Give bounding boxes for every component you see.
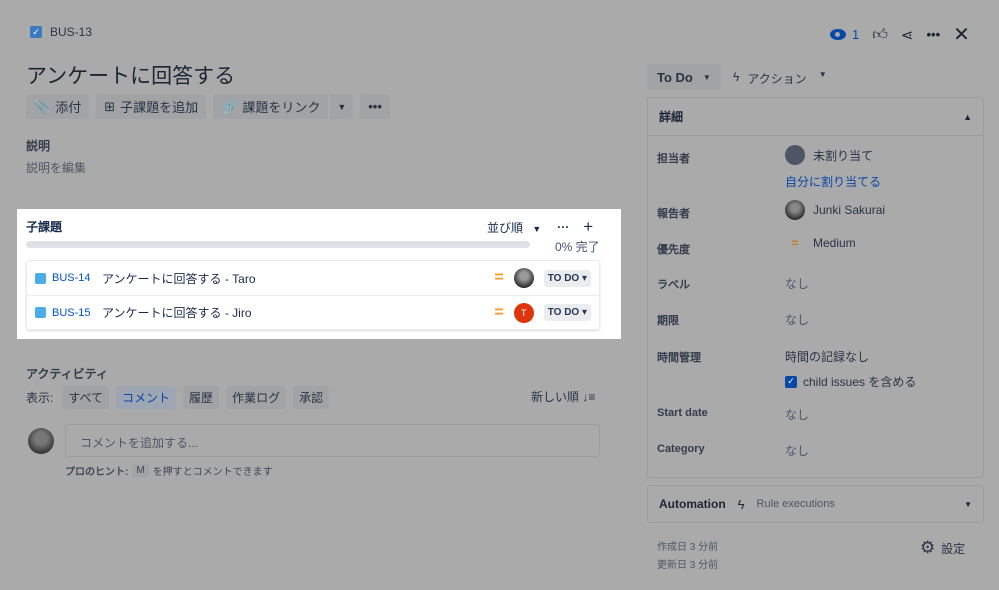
field-value-priority[interactable]: = Medium xyxy=(785,236,855,250)
close-icon[interactable]: ✕ xyxy=(953,22,970,47)
issue-toolbar: 📎 添付 ⊞ 子課題を追加 🔗 課題をリンク ▼ ••• xyxy=(26,94,390,119)
lightning-icon: ϟ xyxy=(737,496,745,512)
status-button[interactable]: To Do ▼ xyxy=(647,64,721,90)
field-value-start[interactable]: なし xyxy=(785,406,809,423)
add-subtask-icon[interactable]: + xyxy=(583,217,593,237)
reporter-avatar xyxy=(785,200,805,220)
details-header[interactable]: 詳細 ▲ xyxy=(648,98,983,136)
add-subtask-button[interactable]: ⊞ 子課題を追加 xyxy=(96,94,207,119)
keyboard-key: M xyxy=(132,464,149,477)
more-icon[interactable]: ••• xyxy=(927,27,941,42)
field-value-reporter[interactable]: Junki Sakurai xyxy=(785,200,885,220)
include-child-issues-checkbox[interactable]: ✓ child issues を含める xyxy=(785,373,916,390)
watchers-button[interactable]: 1 xyxy=(830,27,859,42)
field-label-category: Category xyxy=(657,443,705,455)
checkbox-checked-icon: ✓ xyxy=(785,375,797,388)
more-icon: ••• xyxy=(368,99,382,114)
subtask-type-icon xyxy=(35,272,46,284)
link-dropdown-button[interactable]: ▼ xyxy=(330,94,354,119)
automation-panel[interactable]: Automation ϟ Rule executions ▼ xyxy=(647,485,984,523)
field-label-labels: ラベル xyxy=(657,279,690,291)
current-user-avatar xyxy=(28,428,54,454)
subtask-summary[interactable]: アンケートに回答する - Taro xyxy=(102,270,494,287)
issue-breadcrumb: ✓ BUS-13 xyxy=(30,25,92,39)
field-label-assignee: 担当者 xyxy=(657,153,690,165)
assignee-avatar xyxy=(513,268,534,288)
activity-filter[interactable]: 作業ログ xyxy=(226,386,287,409)
subtask-row[interactable]: BUS-14 アンケートに回答する - Taro = TO DO ▾ xyxy=(27,261,599,295)
chevron-down-icon: ▼ xyxy=(964,499,972,509)
activity-sort-button[interactable]: 新しい順 ↓≡ xyxy=(531,388,595,405)
field-value-time[interactable]: 時間の記録なし xyxy=(785,348,869,365)
priority-medium-icon: = xyxy=(494,303,504,321)
gear-icon: ⚙ xyxy=(920,538,936,557)
issue-header-actions: 1 👍︎ ⋖ ••• ✕ xyxy=(830,22,970,47)
timestamps: 作成日 3 分前 更新日 3 分前 xyxy=(657,542,719,571)
issue-key[interactable]: BUS-13 xyxy=(50,25,92,39)
sort-dropdown[interactable]: 並び順 ▼ xyxy=(487,219,541,236)
unassigned-avatar-icon xyxy=(785,145,805,165)
priority-medium-icon: = xyxy=(791,236,799,250)
pro-tip: プロのヒント: M を押すとコメントできます xyxy=(65,464,273,478)
comment-input[interactable]: コメントを追加する... xyxy=(65,424,600,457)
chevron-down-icon: ▼ xyxy=(702,72,711,82)
progress-text: 0% 完了 xyxy=(555,240,600,254)
subtasks-heading: 子課題 xyxy=(26,220,63,234)
priority-medium-icon: = xyxy=(494,269,504,286)
subtask-progress-bar xyxy=(26,241,530,248)
chevron-down-icon: ▼ xyxy=(818,70,827,79)
attach-button[interactable]: 📎 添付 xyxy=(26,94,90,119)
link-issue-button[interactable]: 🔗 課題をリンク xyxy=(213,94,329,119)
like-icon[interactable]: 👍︎ xyxy=(872,26,888,44)
subtask-key[interactable]: BUS-15 xyxy=(52,307,102,319)
sort-icon: ↓≡ xyxy=(582,390,596,404)
field-label-reporter: 報告者 xyxy=(657,208,690,220)
hierarchy-icon: ⊞ xyxy=(104,98,116,114)
subtask-summary[interactable]: アンケートに回答する - Jiro xyxy=(102,304,494,321)
activity-filter[interactable]: 履歴 xyxy=(183,386,220,409)
actions-button[interactable]: ϟ アクション ▼ xyxy=(733,70,827,87)
activity-filter[interactable]: コメント xyxy=(116,386,177,409)
subtask-key[interactable]: BUS-14 xyxy=(52,272,102,284)
field-label-due: 期限 xyxy=(657,315,679,327)
eye-icon xyxy=(830,29,846,40)
activity-filters: 表示: すべて コメント 履歴 作業ログ 承認 xyxy=(26,386,330,409)
status-dropdown[interactable]: TO DO ▾ xyxy=(543,269,591,287)
share-icon[interactable]: ⋖ xyxy=(901,26,914,44)
activity-filter[interactable]: すべて xyxy=(62,386,110,409)
assign-to-me-link[interactable]: 自分に割り当てる xyxy=(785,173,881,190)
field-label-time: 時間管理 xyxy=(657,352,701,364)
more-button[interactable]: ••• xyxy=(360,94,390,119)
chevron-up-icon: ▲ xyxy=(963,111,972,122)
activity-heading: アクティビティ xyxy=(26,367,108,381)
subtask-type-icon xyxy=(35,307,46,318)
field-value-category[interactable]: なし xyxy=(785,442,809,459)
status-dropdown[interactable]: TO DO ▾ xyxy=(543,304,591,321)
lightning-icon: ϟ xyxy=(733,70,740,84)
subtasks-section: 子課題 並び順 ▼ ··· + 0% 完了 BUS-14 アンケートに回答する … xyxy=(17,209,621,339)
subtask-list: BUS-14 アンケートに回答する - Taro = TO DO ▾ BUS-1… xyxy=(26,260,600,330)
subtask-more-icon[interactable]: ··· xyxy=(557,220,569,234)
description-editor[interactable]: 説明を編集 xyxy=(26,159,86,176)
field-value-due[interactable]: なし xyxy=(785,311,809,328)
activity-filter[interactable]: 承認 xyxy=(293,386,330,409)
paperclip-icon: 📎 xyxy=(34,98,51,114)
assignee-avatar: T xyxy=(513,302,534,323)
task-type-icon: ✓ xyxy=(30,26,42,38)
settings-button[interactable]: ⚙ 設定 xyxy=(920,538,965,558)
subtask-row[interactable]: BUS-15 アンケートに回答する - Jiro = T TO DO ▾ xyxy=(27,295,599,329)
chevron-down-icon: ▼ xyxy=(337,101,347,112)
chevron-down-icon: ▼ xyxy=(532,223,542,234)
field-label-start: Start date xyxy=(657,407,708,419)
field-label-priority: 優先度 xyxy=(657,244,690,256)
link-icon: 🔗 xyxy=(221,98,238,114)
description-heading: 説明 xyxy=(26,139,51,153)
field-value-labels[interactable]: なし xyxy=(785,275,809,292)
issue-title[interactable]: アンケートに回答する xyxy=(26,60,235,90)
field-value-assignee[interactable]: 未割り当て xyxy=(785,145,873,165)
